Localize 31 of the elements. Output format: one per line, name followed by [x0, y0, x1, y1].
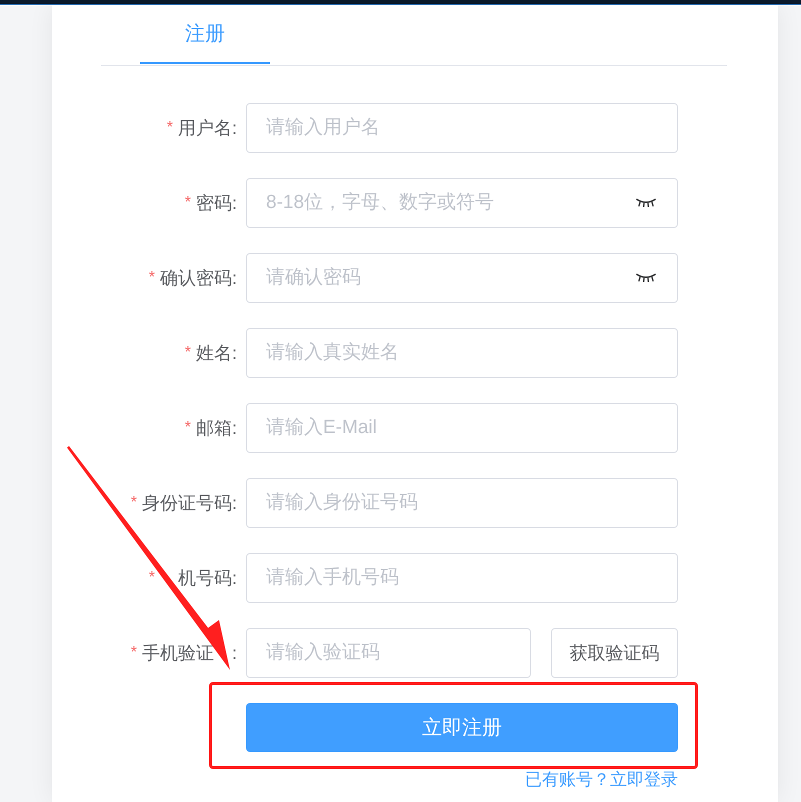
input-field[interactable]: 请输入真实姓名	[246, 328, 678, 378]
required-asterisk: *	[184, 418, 191, 438]
input-field[interactable]: 请输入E-Mail	[246, 403, 678, 453]
label-colon: :	[232, 642, 237, 664]
password-field[interactable]: 8-18位，字母、数字或符号	[246, 178, 678, 228]
field-label: 身份证号码:	[142, 492, 237, 514]
field-label: 密码:	[196, 192, 237, 214]
closed-eye-icon[interactable]	[636, 273, 656, 282]
required-asterisk: *	[130, 643, 137, 663]
register-tab[interactable]: 注册	[140, 5, 270, 64]
register-button[interactable]: 立即注册	[246, 703, 678, 752]
password-field[interactable]: 请确认密码	[246, 253, 678, 303]
input-field[interactable]: 请输入手机号码	[246, 553, 678, 603]
required-asterisk: *	[184, 193, 191, 213]
input-field[interactable]: 请输入用户名	[246, 103, 678, 153]
field-label: 邮箱:	[196, 416, 237, 440]
get-code-button[interactable]: 获取验证码	[551, 628, 678, 678]
field-label: 机号码:	[176, 566, 237, 590]
required-asterisk: *	[148, 268, 155, 288]
required-asterisk: *	[130, 493, 137, 513]
login-link[interactable]: 已有账号？立即登录	[525, 770, 678, 790]
required-asterisk: *	[184, 343, 191, 363]
field-label: 确认密码:	[160, 266, 237, 290]
field-label: 姓名:	[196, 342, 237, 364]
field-label: 手机验证	[142, 642, 215, 664]
closed-eye-icon[interactable]	[636, 198, 656, 207]
field-label: 用户名:	[178, 116, 237, 140]
required-asterisk: *	[166, 118, 173, 138]
input-field[interactable]: 请输入身份证号码	[246, 478, 678, 528]
required-asterisk: *	[148, 568, 155, 588]
code-input-field[interactable]: 请输入验证码	[246, 628, 531, 678]
